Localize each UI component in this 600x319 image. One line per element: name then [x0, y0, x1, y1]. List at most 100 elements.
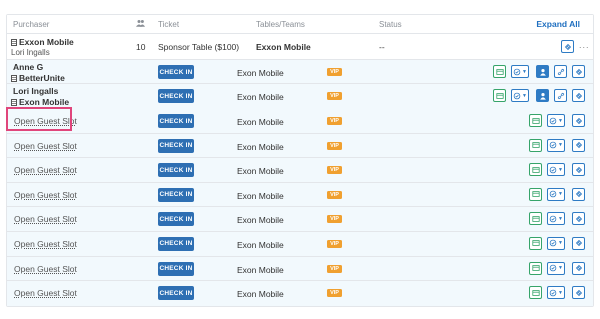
guest-slot-row[interactable]: Open Guest Slot CHECK IN Exon Mobile VIP ▼ [7, 182, 593, 208]
ticket-count: 10 [136, 42, 146, 52]
attendee-name: Lori Ingalls [13, 86, 59, 96]
table-name: Exon Mobile [237, 215, 284, 226]
attendee-org: BetterUnite [11, 73, 65, 83]
open-guest-slot-link[interactable]: Open Guest Slot [14, 165, 77, 175]
check-circle-icon[interactable]: ▼ [547, 163, 565, 177]
card-icon[interactable] [529, 163, 542, 177]
guest-slot-row[interactable]: Open Guest Slot CHECK IN Exon Mobile VIP ▼ [7, 256, 593, 282]
purchaser-org: Exxon Mobile [11, 37, 74, 47]
card-icon[interactable] [493, 65, 506, 78]
card-icon[interactable] [529, 138, 542, 152]
open-guest-slot-link[interactable]: Open Guest Slot [14, 116, 77, 126]
attendee-row[interactable]: Anne G BetterUnite CHECK IN Exon Mobile VIP ▼ [7, 60, 593, 84]
vip-badge: VIP [327, 141, 342, 150]
guest-slot-row[interactable]: Open Guest Slot CHECK IN Exon Mobile VIP ▼ [7, 133, 593, 159]
ticket-icon[interactable] [572, 163, 585, 177]
table-name: Exon Mobile [237, 264, 284, 275]
header-status: Status [379, 20, 402, 29]
check-in-button[interactable]: CHECK IN [158, 163, 194, 178]
open-guest-slot-link[interactable]: Open Guest Slot [14, 141, 77, 151]
ticket-icon[interactable] [572, 261, 585, 275]
link-icon[interactable] [554, 65, 567, 78]
ticket-icon[interactable] [572, 286, 585, 300]
check-circle-icon[interactable]: ▼ [511, 89, 529, 102]
vip-badge: VIP [327, 92, 342, 100]
ticket-icon[interactable] [572, 65, 585, 78]
check-in-button[interactable]: CHECK IN [158, 65, 194, 79]
ticket-icon[interactable] [572, 89, 585, 102]
guest-slot-row[interactable]: Open Guest Slot CHECK IN Exon Mobile VIP ▼ [7, 231, 593, 257]
open-guest-slot-link[interactable]: Open Guest Slot [14, 190, 77, 200]
organization-icon [11, 39, 17, 46]
tickets-table: Purchaser Ticket Tables/Teams Status Exp… [6, 14, 594, 307]
purchaser-org-name: Exxon Mobile [19, 37, 74, 47]
people-icon [136, 19, 145, 29]
table-name: Exon Mobile [237, 239, 284, 250]
open-guest-slot-link[interactable]: Open Guest Slot [14, 239, 77, 249]
check-circle-icon[interactable]: ▼ [547, 138, 565, 152]
check-circle-icon[interactable]: ▼ [547, 114, 565, 127]
check-in-button[interactable]: CHECK IN [158, 138, 194, 153]
card-icon[interactable] [529, 212, 542, 226]
vip-badge: VIP [327, 215, 342, 224]
card-icon[interactable] [529, 286, 542, 300]
ticket-type: Sponsor Table ($100) [158, 42, 240, 52]
attendee-name: Anne G [13, 62, 44, 72]
guest-slot-row[interactable]: Open Guest Slot CHECK IN Exon Mobile VIP ▼ [7, 207, 593, 232]
attendee-row[interactable]: Lori Ingalls Exon Mobile CHECK IN Exon Mobi… [7, 84, 593, 109]
check-circle-icon[interactable]: ▼ [547, 286, 565, 300]
guest-slot-row[interactable]: Open Guest Slot CHECK IN Exon Mobile VIP ▼ [7, 109, 593, 134]
table-name: Exon Mobile [237, 289, 284, 300]
status-value: -- [379, 42, 385, 52]
card-icon[interactable] [529, 261, 542, 275]
guest-slot-row[interactable]: Open Guest Slot CHECK IN Exon Mobile VIP ▼ [7, 281, 593, 306]
link-icon[interactable] [554, 89, 567, 102]
check-circle-icon[interactable]: ▼ [547, 187, 565, 201]
card-icon[interactable] [529, 236, 542, 250]
check-in-button[interactable]: CHECK IN [158, 261, 194, 276]
card-icon[interactable] [493, 89, 506, 102]
ticket-icon[interactable] [561, 40, 574, 53]
check-in-button[interactable]: CHECK IN [158, 89, 194, 103]
attendee-org: Exon Mobile [11, 97, 69, 107]
header-ticket: Ticket [158, 20, 180, 29]
check-circle-icon[interactable]: ▼ [547, 212, 565, 226]
purchaser-contact: Lori Ingalls [11, 48, 50, 57]
ticket-icon[interactable] [572, 236, 585, 250]
expand-all-link[interactable]: Expand All [536, 19, 580, 29]
organization-icon [11, 75, 17, 82]
more-menu[interactable]: ... [579, 40, 590, 50]
open-guest-slot-link[interactable]: Open Guest Slot [14, 264, 77, 274]
vip-badge: VIP [327, 117, 342, 125]
open-guest-slot-link[interactable]: Open Guest Slot [14, 214, 77, 224]
check-in-button[interactable]: CHECK IN [158, 187, 194, 202]
user-icon[interactable] [536, 65, 549, 78]
header-purchaser: Purchaser [13, 20, 50, 29]
check-in-button[interactable]: CHECK IN [158, 212, 194, 227]
check-circle-icon[interactable]: ▼ [511, 65, 529, 78]
ticket-icon[interactable] [572, 187, 585, 201]
vip-badge: VIP [327, 239, 342, 248]
ticket-icon[interactable] [572, 212, 585, 226]
card-icon[interactable] [529, 187, 542, 201]
attendee-org-name: BetterUnite [19, 73, 65, 83]
table-name: Exon Mobile [237, 117, 284, 127]
purchaser-row[interactable]: Exxon Mobile Lori Ingalls 10 Sponsor Tab… [7, 34, 593, 60]
attendee-org-name: Exon Mobile [19, 97, 70, 107]
ticket-icon[interactable] [572, 114, 585, 127]
table-name: Exon Mobile [237, 68, 284, 78]
user-icon[interactable] [536, 89, 549, 102]
vip-badge: VIP [327, 68, 342, 76]
table-name: Exon Mobile [237, 190, 284, 201]
card-icon[interactable] [529, 114, 542, 127]
guest-slot-row[interactable]: Open Guest Slot CHECK IN Exon Mobile VIP ▼ [7, 158, 593, 183]
check-circle-icon[interactable]: ▼ [547, 261, 565, 275]
ticket-icon[interactable] [572, 138, 585, 152]
check-in-button[interactable]: CHECK IN [158, 236, 194, 251]
check-in-button[interactable]: CHECK IN [158, 114, 194, 128]
table-name: Exon Mobile [237, 166, 284, 177]
open-guest-slot-link[interactable]: Open Guest Slot [14, 288, 77, 298]
check-circle-icon[interactable]: ▼ [547, 236, 565, 250]
check-in-button[interactable]: CHECK IN [158, 286, 194, 301]
table-name: Exon Mobile [237, 141, 284, 152]
